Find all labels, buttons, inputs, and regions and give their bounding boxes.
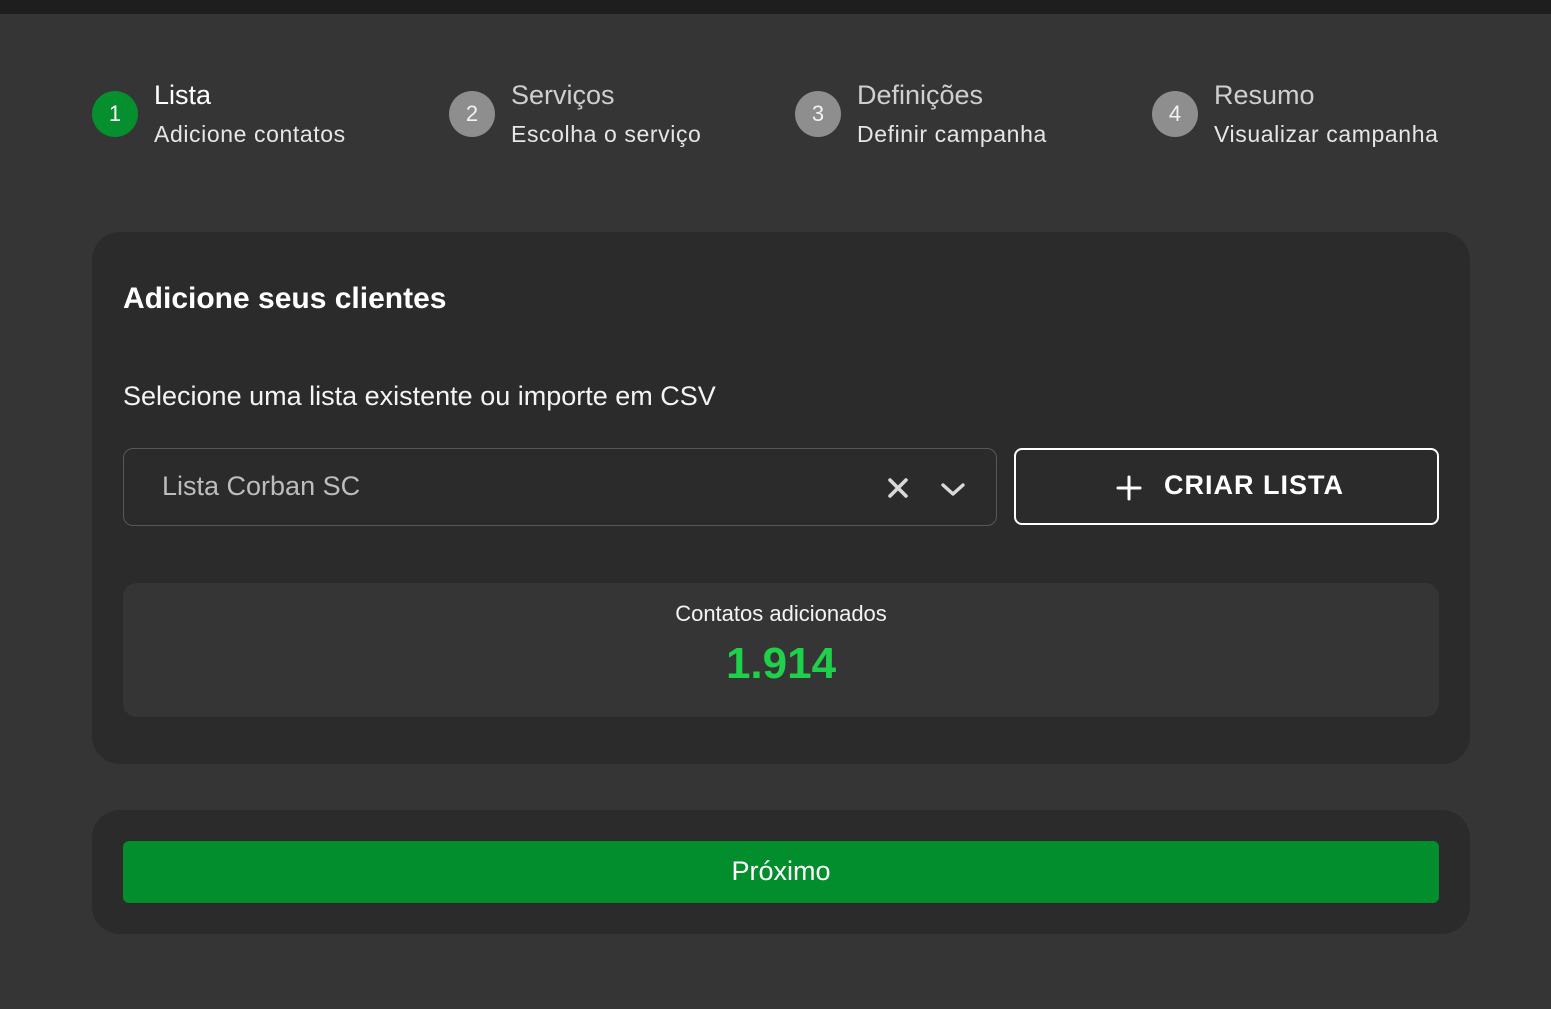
contacts-added-count: 1.914 xyxy=(725,639,837,688)
chevron-down-icon[interactable] xyxy=(940,478,966,500)
step-number: 1 xyxy=(92,91,138,137)
contacts-added-panel: Contatos adicionados 1.914 xyxy=(123,583,1439,717)
list-select[interactable]: Lista Corban SC xyxy=(123,448,997,526)
step-number: 3 xyxy=(795,91,841,137)
next-button-label: Próximo xyxy=(731,856,831,886)
create-list-label: CRIAR LISTA xyxy=(1164,470,1344,500)
add-clients-card: Adicione seus clientes Selecione uma lis… xyxy=(92,232,1470,764)
footer-card: Próximo xyxy=(92,810,1470,934)
next-button[interactable]: Próximo xyxy=(123,841,1439,903)
card-subtitle: Selecione uma lista existente ou importe… xyxy=(123,381,716,411)
close-icon[interactable] xyxy=(886,476,910,500)
step-subtitle: Escolha o serviço xyxy=(511,121,702,147)
step-number: 4 xyxy=(1152,91,1198,137)
plus-icon xyxy=(1116,475,1142,501)
stepper: 1 Lista Adicione contatos 2 Serviços Esc… xyxy=(0,78,1551,158)
step-title: Definições xyxy=(857,80,984,110)
step-title: Resumo xyxy=(1214,80,1315,110)
step-title: Serviços xyxy=(511,80,615,110)
step-subtitle: Definir campanha xyxy=(857,121,1047,147)
step-number: 2 xyxy=(449,91,495,137)
top-bar xyxy=(0,0,1551,14)
contacts-added-label: Contatos adicionados xyxy=(675,601,887,626)
step-title: Lista xyxy=(154,80,212,110)
step-subtitle: Visualizar campanha xyxy=(1214,121,1439,147)
card-title: Adicione seus clientes xyxy=(123,282,447,315)
list-select-value: Lista Corban SC xyxy=(162,471,361,501)
step-subtitle: Adicione contatos xyxy=(154,121,346,147)
create-list-button[interactable]: CRIAR LISTA xyxy=(1014,448,1439,525)
